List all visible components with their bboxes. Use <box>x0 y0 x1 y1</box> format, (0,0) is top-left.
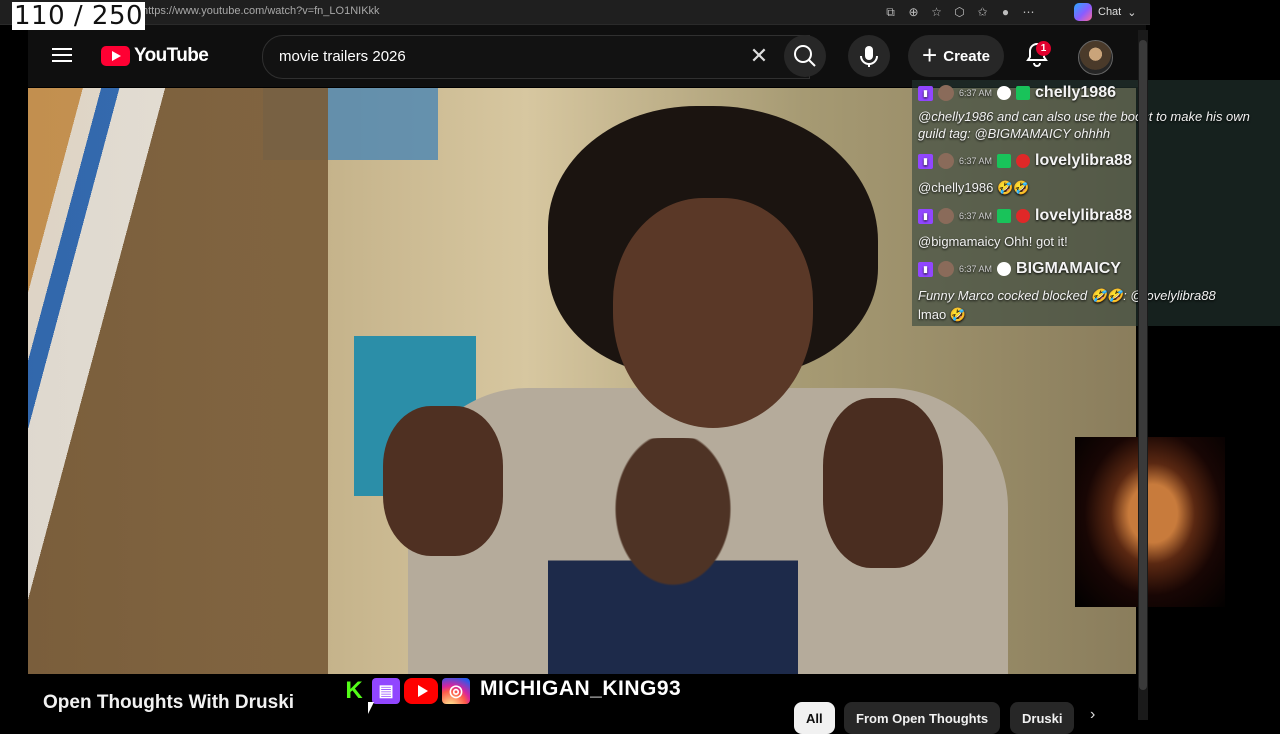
mouse-cursor <box>368 702 374 714</box>
zoom-icon[interactable]: ⊕ <box>905 4 922 21</box>
twitch-icon: ▤ <box>372 678 400 704</box>
chat-message-text: @chelly1986 🤣🤣 <box>918 180 1030 195</box>
youtube-logo[interactable]: YouTube <box>101 45 209 67</box>
create-button[interactable]: + Create <box>908 35 1004 77</box>
clear-search-icon[interactable]: ✕ <box>747 45 771 69</box>
voice-search-button[interactable] <box>848 35 890 77</box>
video-person-hand <box>383 406 503 556</box>
extension-icon[interactable]: ⬡ <box>951 4 968 21</box>
subscriber-badge-icon <box>997 154 1012 168</box>
chat-message-header: ▮ 6:37 AM lovelylibra88 <box>918 152 1132 170</box>
moderator-badge-icon <box>1016 154 1031 168</box>
plus-icon: + <box>922 39 938 70</box>
instagram-icon: ◎ <box>442 678 470 704</box>
subscriber-badge-icon <box>1016 86 1031 100</box>
moderator-badge-icon <box>1016 209 1031 223</box>
chat-username: lovelylibra88 <box>1035 207 1132 224</box>
twitch-icon: ▮ <box>918 208 933 224</box>
chat-time: 6:37 AM <box>959 211 993 221</box>
video-person-face <box>613 198 813 428</box>
youtube-play-icon <box>101 46 130 66</box>
favorites-icon[interactable]: ✩ <box>974 4 991 21</box>
user-avatar <box>938 208 954 224</box>
chat-message-header: ▮ 6:37 AM lovelylibra88 <box>918 207 1132 225</box>
twitch-icon: ▮ <box>918 153 933 169</box>
chevron-down-icon: ⌄ <box>1127 6 1137 19</box>
verified-badge-icon <box>997 262 1012 276</box>
notification-badge: 1 <box>1036 41 1051 56</box>
chat-username: chelly1986 <box>1035 84 1116 101</box>
chat-message-text: Funny Marco cocked blocked 🤣🤣: @lovelyli… <box>918 288 1216 303</box>
kick-icon: K <box>340 677 368 704</box>
streamer-webcam <box>1075 437 1225 607</box>
address-bar[interactable]: https://www.youtube.com/watch?v=fn_LO1NI… <box>142 5 380 17</box>
copilot-icon <box>1074 3 1092 21</box>
chat-message-text: lmao 🤣 <box>918 307 966 322</box>
video-person-hand <box>823 398 943 568</box>
chat-time: 6:37 AM <box>959 88 993 98</box>
search-icon <box>794 45 816 67</box>
video-easel <box>28 88 328 674</box>
app-install-icon[interactable]: ⧉ <box>882 4 899 21</box>
video-shirt-print <box>548 438 798 674</box>
chat-time: 6:37 AM <box>959 156 993 166</box>
copilot-chat-button[interactable]: Chat ⌄ <box>1074 2 1136 22</box>
twitch-icon: ▮ <box>918 85 933 101</box>
youtube-masthead: YouTube ✕ + Create 1 <box>28 25 1146 87</box>
chat-username: lovelylibra88 <box>1035 152 1132 169</box>
create-label: Create <box>943 47 990 65</box>
chat-message-text: guild tag: @BIGMAMAICY ohhhh <box>918 126 1111 141</box>
more-icon[interactable]: ⋯ <box>1020 4 1037 21</box>
social-links: K ▤ ◎ <box>340 677 470 704</box>
search-button[interactable] <box>784 35 826 77</box>
chat-message-header: ▮ 6:37 AM chelly1986 <box>918 84 1116 102</box>
chat-message-header: ▮ 6:37 AM BIGMAMAICY <box>918 260 1121 278</box>
browser-actions: ⧉ ⊕ ☆ ⬡ ✩ ● ⋯ <box>882 3 1037 21</box>
youtube-wordmark: YouTube <box>134 45 209 66</box>
twitch-icon: ▮ <box>918 261 933 277</box>
chat-message-text: @chelly1986 and can also use the boost t… <box>918 109 1250 124</box>
account-avatar[interactable] <box>1078 40 1113 75</box>
profile-icon[interactable]: ● <box>997 4 1014 21</box>
search-box: ✕ <box>262 35 810 79</box>
user-avatar <box>938 261 954 277</box>
chevron-right-icon[interactable]: › <box>1090 706 1095 724</box>
verified-badge-icon <box>997 86 1012 100</box>
chat-username: BIGMAMAICY <box>1016 260 1121 277</box>
chip-from-open-thoughts[interactable]: From Open Thoughts <box>844 702 1001 734</box>
progress-counter: 110 / 250 <box>12 1 146 31</box>
chat-label: Chat <box>1098 6 1122 18</box>
youtube-icon <box>404 678 438 704</box>
browser-toolbar: https://www.youtube.com/watch?v=fn_LO1NI… <box>0 0 1150 25</box>
stream-chat-overlay: ▮ 6:37 AM chelly1986 @chelly1986 and can… <box>912 80 1280 326</box>
scrollbar-thumb[interactable] <box>1139 40 1147 690</box>
chip-all[interactable]: All <box>794 702 835 734</box>
streamer-name: MICHIGAN_KING93 <box>480 677 682 700</box>
user-avatar <box>938 85 954 101</box>
microphone-icon <box>860 46 878 67</box>
channel-title[interactable]: Open Thoughts With Druski <box>43 692 294 714</box>
favorite-star-icon[interactable]: ☆ <box>928 4 945 21</box>
search-input[interactable] <box>279 46 719 66</box>
hamburger-menu-icon[interactable] <box>50 44 74 68</box>
chip-druski[interactable]: Druski <box>1010 702 1075 734</box>
chat-time: 6:37 AM <box>959 264 993 274</box>
chat-message-text: @bigmamaicy Ohh! got it! <box>918 234 1068 249</box>
user-avatar <box>938 153 954 169</box>
subscriber-badge-icon <box>997 209 1012 223</box>
